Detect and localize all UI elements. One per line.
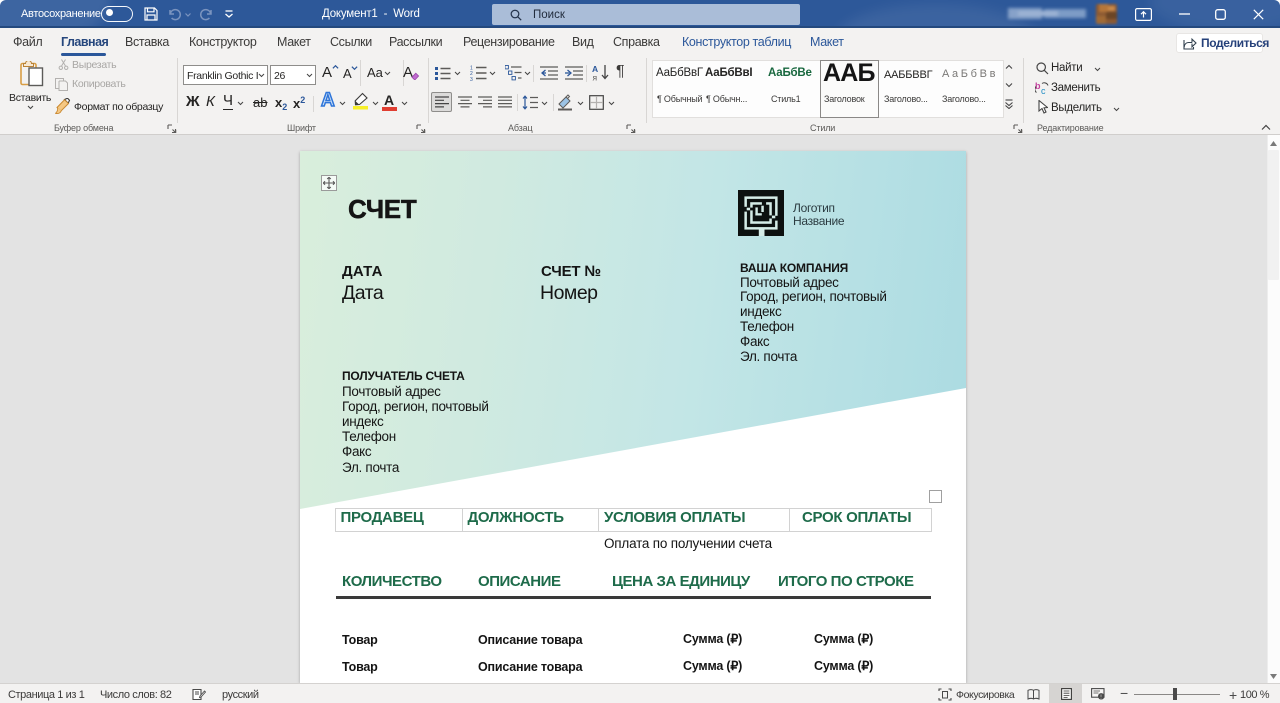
svg-text:3: 3 <box>470 77 473 81</box>
svg-text:я: я <box>593 73 598 82</box>
svg-text:c: c <box>1041 86 1046 95</box>
